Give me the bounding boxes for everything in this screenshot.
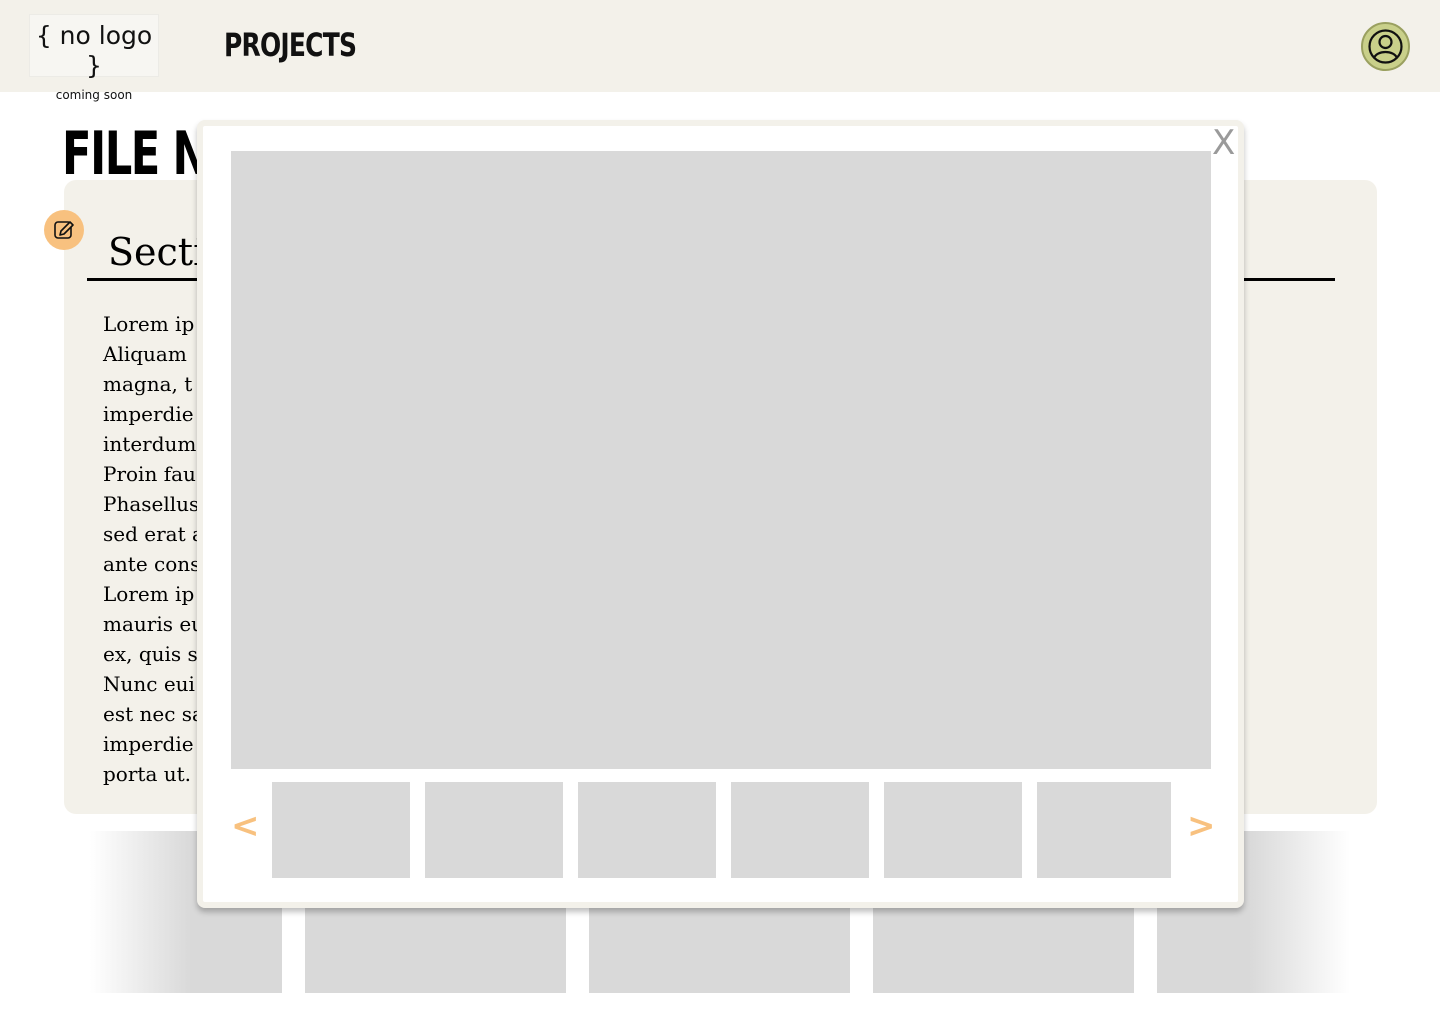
edit-button[interactable] [44, 210, 84, 250]
user-avatar[interactable] [1361, 22, 1410, 71]
thumbnail[interactable] [578, 782, 716, 878]
nav-projects-link[interactable]: PROJECTS [224, 24, 357, 66]
thumbnail[interactable] [272, 782, 410, 878]
top-header: { no logo } coming soon PROJECTS [0, 0, 1440, 102]
prev-arrow-button[interactable]: < [231, 806, 260, 846]
user-icon [1368, 29, 1403, 64]
close-button[interactable]: X [1212, 124, 1235, 162]
next-arrow-button[interactable]: > [1187, 806, 1216, 846]
main-image [231, 151, 1211, 769]
logo-subtext: coming soon [55, 88, 133, 102]
thumbnail[interactable] [1037, 782, 1171, 878]
thumbnail[interactable] [425, 782, 563, 878]
logo-text: { no logo } [35, 21, 153, 80]
thumbnail[interactable] [731, 782, 869, 878]
pencil-icon [54, 221, 74, 239]
thumbnail[interactable] [884, 782, 1022, 878]
logo[interactable]: { no logo } coming soon [29, 14, 159, 102]
